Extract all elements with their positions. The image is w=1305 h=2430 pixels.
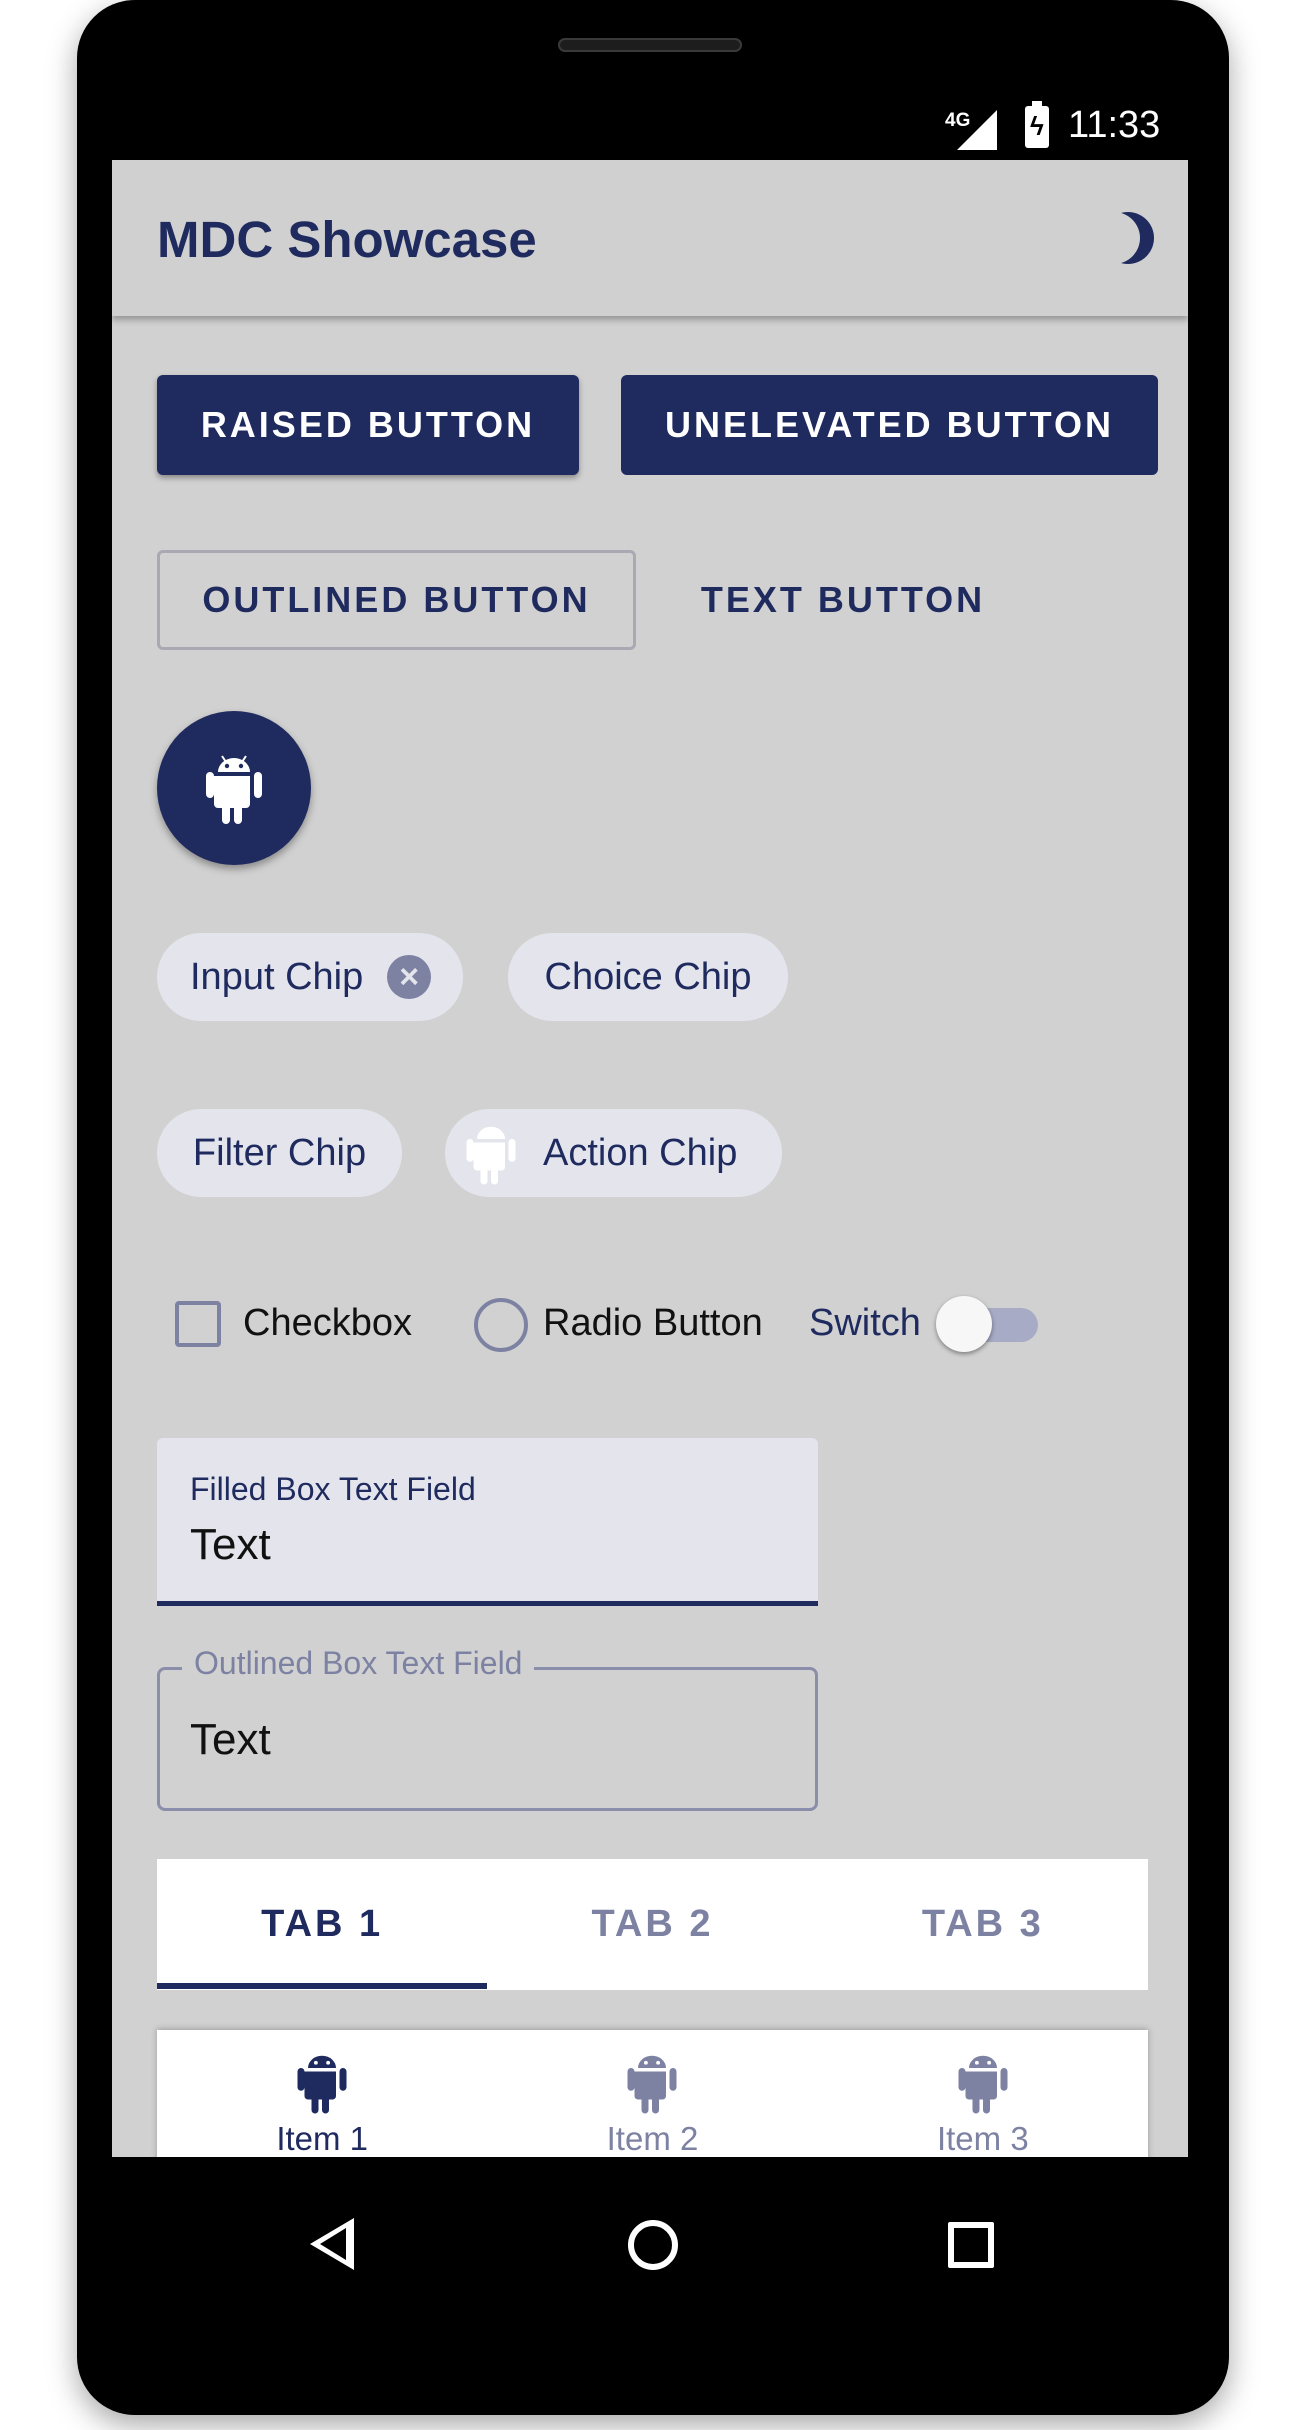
input-chip-label: Input Chip (190, 955, 364, 998)
nav-item-label: Item 1 (276, 2120, 369, 2157)
switch-label: Switch (809, 1302, 921, 1344)
android-icon (466, 1126, 516, 1185)
radio-button[interactable] (474, 1298, 528, 1352)
checkbox-label: Checkbox (243, 1302, 412, 1344)
outlined-field-label: Outlined Box Text Field (182, 1645, 535, 1682)
nav-item-3[interactable]: Item 3 (818, 2030, 1148, 2157)
app-screen: MDC Showcase RAISED BUTTON UNELEVATED BU… (112, 160, 1188, 2157)
raised-button[interactable]: RAISED BUTTON (157, 375, 579, 475)
radio-label: Radio Button (543, 1302, 763, 1344)
tab-indicator (157, 1983, 487, 1989)
tab-bar: TAB 1 TAB 2 TAB 3 (157, 1859, 1148, 1990)
tab-3[interactable]: TAB 3 (818, 1859, 1148, 1990)
filled-field-value: Text (190, 1520, 271, 1569)
network-type: 4G (945, 110, 971, 131)
home-icon[interactable] (628, 2220, 678, 2270)
checkbox[interactable] (175, 1301, 221, 1347)
recents-icon[interactable] (948, 2222, 994, 2268)
text-button[interactable]: TEXT BUTTON (678, 550, 1008, 650)
android-icon (297, 2055, 347, 2114)
android-icon (206, 755, 262, 824)
filter-chip[interactable]: Filter Chip (157, 1109, 402, 1197)
filled-field-label: Filled Box Text Field (190, 1471, 476, 1507)
bottom-navigation: Item 1 Item 2 Item 3 (157, 2030, 1148, 2157)
input-chip[interactable]: Input Chip × (157, 933, 463, 1021)
battery-charging-icon: ϟ (1025, 101, 1049, 148)
outlined-button[interactable]: OUTLINED BUTTON (157, 550, 636, 650)
android-icon (627, 2055, 677, 2114)
phone-speaker (558, 38, 742, 52)
nav-item-1[interactable]: Item 1 (157, 2030, 487, 2157)
unelevated-button[interactable]: UNELEVATED BUTTON (621, 375, 1158, 475)
action-chip[interactable]: Action Chip (445, 1109, 782, 1197)
action-chip-label: Action Chip (543, 1131, 738, 1174)
status-clock: 11:33 (1068, 104, 1161, 146)
back-icon[interactable] (310, 2218, 354, 2270)
tab-1[interactable]: TAB 1 (157, 1859, 487, 1990)
outlined-field-value: Text (190, 1715, 271, 1764)
app-title: MDC Showcase (157, 211, 537, 268)
nav-item-label: Item 2 (606, 2120, 699, 2157)
filled-text-field[interactable]: Filled Box Text Field Text (157, 1438, 818, 1606)
nav-item-label: Item 3 (936, 2120, 1029, 2157)
top-app-bar: MDC Showcase (112, 160, 1188, 316)
switch-thumb[interactable] (936, 1296, 992, 1352)
nav-item-2[interactable]: Item 2 (487, 2030, 817, 2157)
outlined-text-field[interactable]: Text (157, 1667, 818, 1811)
tab-2[interactable]: TAB 2 (487, 1859, 817, 1990)
floating-action-button[interactable] (157, 711, 311, 865)
moon-icon[interactable] (1088, 212, 1140, 264)
android-icon (958, 2055, 1008, 2114)
choice-chip[interactable]: Choice Chip (508, 933, 788, 1021)
close-icon[interactable]: × (387, 955, 432, 999)
